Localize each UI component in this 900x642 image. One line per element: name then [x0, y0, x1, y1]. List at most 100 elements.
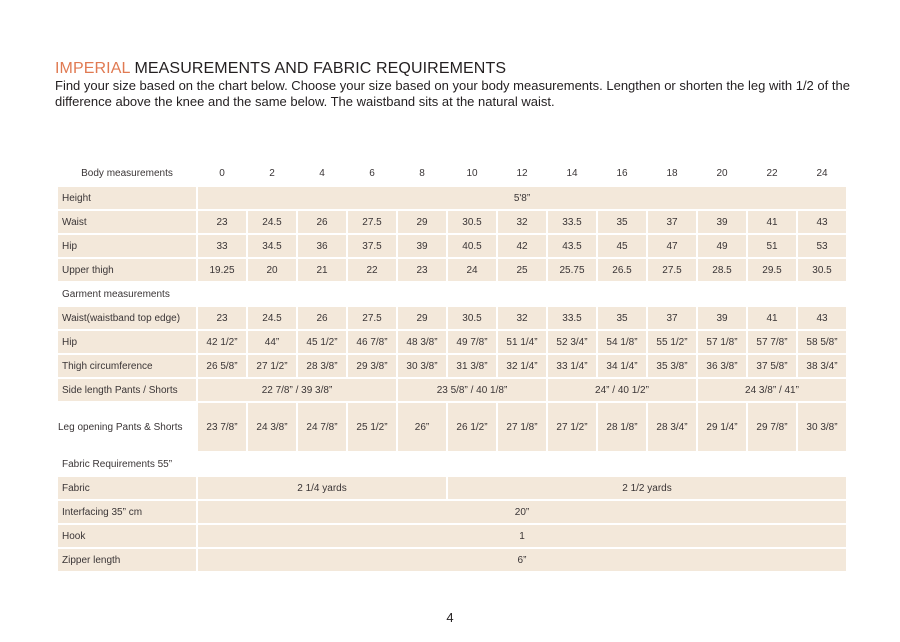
table-cell: 24.5: [248, 307, 296, 329]
table-cell: 57 1/8”: [698, 331, 746, 353]
table-cell: 45 1/2”: [298, 331, 346, 353]
thigh-circumference-row: Thigh circumference 26 5/8” 27 1/2” 28 3…: [58, 355, 846, 377]
table-cell: 39: [698, 307, 746, 329]
table-cell: 39: [398, 235, 446, 257]
table-cell: 25.75: [548, 259, 596, 281]
table-cell: 52 3/4”: [548, 331, 596, 353]
size-header: 8: [419, 167, 425, 179]
table-cell: 27.5: [648, 259, 696, 281]
table-cell: 37 5/8”: [748, 355, 796, 377]
table-cell: 22: [348, 259, 396, 281]
table-cell: 34 1/4”: [598, 355, 646, 377]
table-cell: 33.5: [548, 307, 596, 329]
body-measurements-header: Body measurements: [81, 167, 173, 179]
intro-paragraph: Find your size based on the chart below.…: [55, 78, 850, 109]
side-length-row: Side length Pants / Shorts 22 7/8” / 39 …: [58, 379, 846, 401]
garment-hip-row: Hip 42 1/2” 44” 45 1/2” 46 7/8” 48 3/8” …: [58, 331, 846, 353]
size-header: 22: [766, 167, 778, 179]
table-cell: 49 7/8”: [448, 331, 496, 353]
table-cell: 43: [798, 307, 846, 329]
table-cell: 26: [298, 211, 346, 233]
table-cell: 33.5: [548, 211, 596, 233]
table-cell: 30 3/8”: [798, 403, 846, 451]
table-cell: 27.5: [348, 307, 396, 329]
table-cell: 29: [398, 307, 446, 329]
table-cell: 51 1/4”: [498, 331, 546, 353]
size-header: 24: [816, 167, 828, 179]
row-label: Interfacing 35” cm: [58, 501, 196, 523]
row-label: Waist: [58, 211, 196, 233]
table-cell: 29 1/4”: [698, 403, 746, 451]
page-number: 4: [446, 610, 454, 625]
table-cell: 34.5: [248, 235, 296, 257]
leg-opening-row: Leg opening Pants & Shorts 23 7/8” 24 3/…: [58, 403, 846, 451]
table-cell: 41: [748, 211, 796, 233]
table-cell: 29.5: [748, 259, 796, 281]
table-cell: 35 3/8”: [648, 355, 696, 377]
table-cell: 23: [198, 211, 246, 233]
table-cell: 44”: [248, 331, 296, 353]
size-header: 10: [466, 167, 478, 179]
table-cell: 53: [798, 235, 846, 257]
table-cell: 28.5: [698, 259, 746, 281]
table-cell: 2 1/2 yards: [448, 477, 846, 499]
row-label: Thigh circumference: [58, 355, 196, 377]
table-cell: 28 3/8”: [298, 355, 346, 377]
table-cell: 54 1/8”: [598, 331, 646, 353]
row-label: Height: [58, 187, 196, 209]
table-cell: 37.5: [348, 235, 396, 257]
table-cell: 30 3/8”: [398, 355, 446, 377]
size-header: 16: [616, 167, 628, 179]
table-cell: 21: [298, 259, 346, 281]
table-cell: 42: [498, 235, 546, 257]
table-cell: 23: [398, 259, 446, 281]
table-cell: 27 1/8”: [498, 403, 546, 451]
fabric-section-row: Fabric Requirements 55”: [58, 453, 846, 475]
size-header-row: Body measurements 0 2 4 6 8 10 12 14 16 …: [58, 161, 846, 185]
garment-measurements-header: Garment measurements: [62, 288, 170, 300]
table-cell: 2 1/4 yards: [198, 477, 446, 499]
table-cell: 35: [598, 307, 646, 329]
table-cell: 22 7/8” / 39 3/8”: [198, 379, 396, 401]
waistband-row: Waist(waistband top edge) 23 24.5 26 27.…: [58, 307, 846, 329]
size-header: 4: [319, 167, 325, 179]
upper-thigh-row: Upper thigh 19.25 20 21 22 23 24 25 25.7…: [58, 259, 846, 281]
size-header: 2: [269, 167, 275, 179]
table-cell: 37: [648, 211, 696, 233]
table-cell: 36 3/8”: [698, 355, 746, 377]
table-cell: 24: [448, 259, 496, 281]
table-cell: 20”: [198, 501, 846, 523]
table-cell: 40.5: [448, 235, 496, 257]
table-cell: 36: [298, 235, 346, 257]
height-value: 5'8”: [198, 187, 846, 209]
table-cell: 6”: [198, 549, 846, 571]
table-cell: 19.25: [198, 259, 246, 281]
waist-row: Waist 23 24.5 26 27.5 29 30.5 32 33.5 35…: [58, 211, 846, 233]
garment-section-row: Garment measurements: [58, 283, 846, 305]
size-header: 20: [716, 167, 728, 179]
row-label: Zipper length: [58, 549, 196, 571]
row-label: Hip: [58, 331, 196, 353]
table-cell: 20: [248, 259, 296, 281]
table-cell: 43: [798, 211, 846, 233]
table-cell: 49: [698, 235, 746, 257]
title-rest: MEASUREMENTS AND FABRIC REQUIREMENTS: [129, 60, 507, 77]
table-cell: 37: [648, 307, 696, 329]
table-cell: 24 3/8” / 41”: [698, 379, 846, 401]
table-cell: 24 7/8”: [298, 403, 346, 451]
table-cell: 27.5: [348, 211, 396, 233]
table-cell: 31 3/8”: [448, 355, 496, 377]
table-cell: 29 7/8”: [748, 403, 796, 451]
table-cell: 35: [598, 211, 646, 233]
table-cell: 43.5: [548, 235, 596, 257]
table-cell: 1: [198, 525, 846, 547]
row-label: Side length Pants / Shorts: [58, 379, 196, 401]
row-label: Fabric: [58, 477, 196, 499]
size-header: 18: [666, 167, 678, 179]
table-cell: 24 3/8”: [248, 403, 296, 451]
table-cell: 33: [198, 235, 246, 257]
zipper-row: Zipper length 6”: [58, 549, 846, 571]
table-cell: 29: [398, 211, 446, 233]
table-cell: 32: [498, 307, 546, 329]
fabric-requirements-header: Fabric Requirements 55”: [62, 458, 173, 470]
